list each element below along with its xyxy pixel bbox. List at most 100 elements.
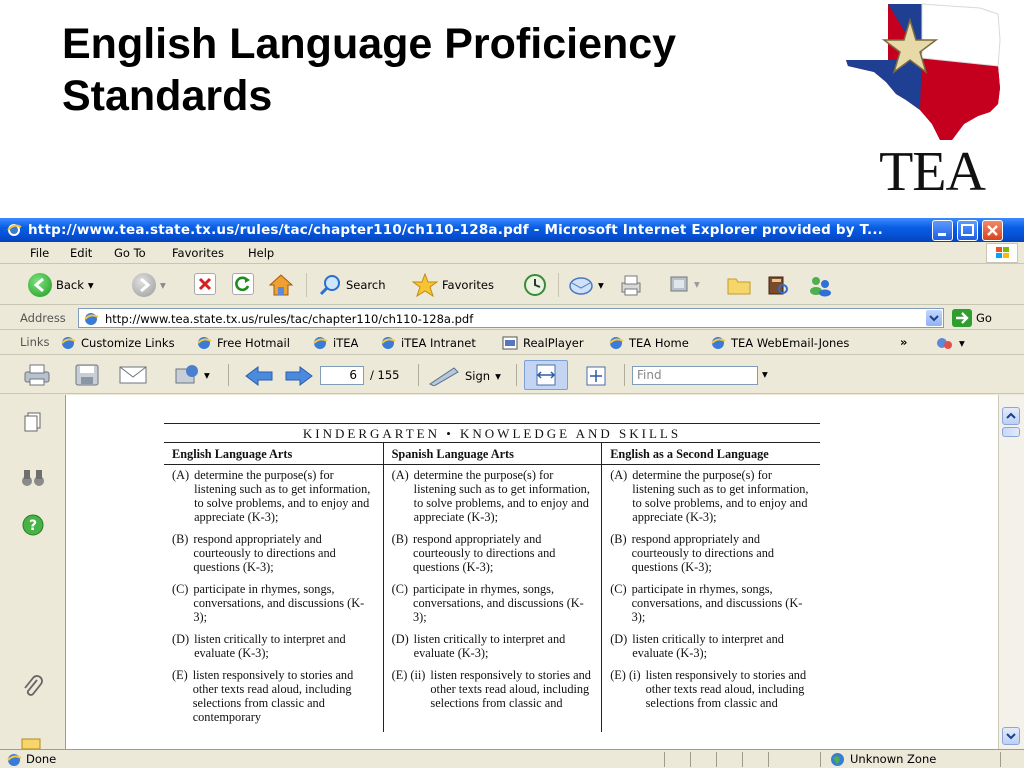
menu-bar: File Edit Go To Favorites Help (0, 242, 1024, 264)
vertical-scrollbar[interactable] (998, 395, 1024, 749)
link-label: Free Hotmail (217, 336, 290, 350)
stop-button[interactable] (194, 273, 216, 295)
help-icon[interactable]: ? (21, 513, 45, 537)
item-label: (E) (i) (610, 668, 641, 682)
maximize-icon (961, 224, 974, 236)
ie-page-icon (61, 337, 76, 349)
search-button[interactable]: Search (318, 273, 386, 297)
links-overflow-chevron[interactable]: » (900, 335, 907, 349)
title-bar[interactable]: http://www.tea.state.tx.us/rules/tac/cha… (0, 218, 1024, 242)
find-input[interactable]: Find (632, 366, 758, 385)
messenger-button[interactable] (806, 273, 836, 297)
pdf-column-headers: English Language Arts Spanish Language A… (164, 443, 820, 465)
previous-page-arrow-icon[interactable] (244, 365, 274, 387)
link-itea[interactable]: iTEA (312, 335, 358, 351)
mail-button[interactable]: ▾ (568, 273, 604, 297)
address-url: http://www.tea.state.tx.us/rules/tac/cha… (105, 312, 474, 326)
link-itea-intranet[interactable]: iTEA Intranet (380, 335, 476, 351)
toolbar-separator (516, 364, 517, 386)
go-button[interactable]: Go (952, 309, 992, 327)
document-viewport[interactable]: KINDERGARTEN • KNOWLEDGE AND SKILLS Engl… (66, 395, 998, 749)
fit-page-icon[interactable] (584, 364, 608, 388)
close-button[interactable] (982, 220, 1003, 241)
item-label: (C) (172, 582, 189, 596)
status-divider (664, 752, 665, 767)
item-label: (D) (610, 632, 628, 646)
fit-width-button[interactable] (524, 360, 568, 390)
mail-dropdown-icon[interactable]: ▾ (598, 278, 604, 292)
scroll-thumb[interactable] (1002, 427, 1020, 437)
minimize-button[interactable] (932, 220, 953, 241)
home-button[interactable] (268, 273, 294, 297)
research-button[interactable] (764, 273, 790, 297)
texas-map-icon (846, 3, 1001, 140)
link-customize-links[interactable]: Customize Links (60, 335, 175, 351)
menu-edit[interactable]: Edit (70, 246, 92, 260)
pdf-print-icon[interactable] (22, 363, 52, 387)
refresh-button[interactable] (232, 273, 254, 295)
link-realplayer[interactable]: RealPlayer (502, 335, 584, 351)
back-dropdown-icon[interactable]: ▾ (88, 278, 94, 292)
item-label: (E) (172, 668, 188, 682)
print-icon (621, 275, 641, 296)
edit-button[interactable]: ▾ (668, 273, 700, 295)
status-bar: Done Unknown Zone (0, 749, 1024, 768)
pdf-email-icon[interactable] (118, 363, 148, 387)
back-label: Back (56, 278, 84, 292)
scroll-up-button[interactable] (1002, 407, 1020, 425)
item-text: participate in rhymes, songs, conversati… (413, 582, 584, 624)
paperclip-attachments-icon[interactable] (22, 675, 44, 699)
scroll-down-button[interactable] (1002, 727, 1020, 745)
binoculars-icon[interactable] (20, 467, 46, 489)
status-divider (820, 752, 821, 767)
sign-button[interactable]: Sign ▾ (426, 366, 501, 386)
folder-button[interactable] (726, 273, 752, 297)
list-item: (A) determine the purpose(s) for listenin… (392, 468, 596, 524)
link-tea-home[interactable]: TEA Home (608, 335, 689, 351)
sign-dropdown-icon: ▾ (495, 369, 501, 383)
menu-help[interactable]: Help (248, 246, 274, 260)
back-button[interactable]: Back ▾ (28, 273, 94, 297)
windows-logo-icon (986, 243, 1018, 263)
pdf-page: KINDERGARTEN • KNOWLEDGE AND SKILLS Engl… (66, 395, 998, 749)
item-label: (A) (172, 468, 190, 482)
forward-button[interactable]: ▾ (132, 273, 166, 297)
pdf-standards-table: KINDERGARTEN • KNOWLEDGE AND SKILLS Engl… (164, 423, 820, 732)
address-dropdown-icon[interactable] (926, 310, 942, 326)
find-dropdown-icon[interactable]: ▾ (762, 367, 768, 381)
item-text: determine the purpose(s) for listening s… (194, 468, 371, 524)
status-text: Done (26, 752, 57, 766)
favorites-label: Favorites (442, 278, 494, 292)
home-icon (268, 274, 294, 296)
mail-icon (569, 277, 593, 295)
pdf-share-button[interactable]: ▾ (172, 363, 210, 387)
menu-favorites[interactable]: Favorites (172, 246, 224, 260)
item-text: respond appropriately and courteously to… (413, 532, 556, 574)
history-button[interactable] (522, 273, 548, 297)
pages-icon[interactable] (22, 411, 44, 433)
realplayer-icon (502, 336, 518, 350)
menu-file[interactable]: File (30, 246, 49, 260)
maximize-button[interactable] (957, 220, 978, 241)
status-divider (1000, 752, 1001, 767)
links-tools-button[interactable]: ▾ (934, 335, 965, 351)
list-item: (D) listen critically to interpret and ev… (172, 632, 377, 660)
sign-pen-icon (429, 367, 459, 386)
address-input[interactable]: http://www.tea.state.tx.us/rules/tac/cha… (78, 308, 944, 328)
page-number-input[interactable]: 6 (320, 366, 364, 385)
edit-dropdown-icon[interactable]: ▾ (694, 277, 700, 291)
pdf-save-icon[interactable] (74, 363, 100, 387)
comments-icon[interactable] (20, 737, 44, 749)
menu-goto[interactable]: Go To (114, 246, 146, 260)
link-free-hotmail[interactable]: Free Hotmail (196, 335, 290, 351)
status-divider (742, 752, 743, 767)
favorites-button[interactable]: Favorites (412, 273, 494, 297)
print-button[interactable] (618, 273, 644, 297)
item-text: listen responsively to stories and other… (430, 668, 591, 710)
item-label: (C) (391, 582, 408, 596)
link-label: Customize Links (81, 336, 175, 350)
link-tea-webemail[interactable]: TEA WebEmail-Jones (710, 335, 849, 351)
next-page-arrow-icon[interactable] (284, 365, 314, 387)
forward-dropdown-icon[interactable]: ▾ (160, 278, 166, 292)
column-esl-items: (A) determine the purpose(s) for listenin… (601, 465, 820, 732)
